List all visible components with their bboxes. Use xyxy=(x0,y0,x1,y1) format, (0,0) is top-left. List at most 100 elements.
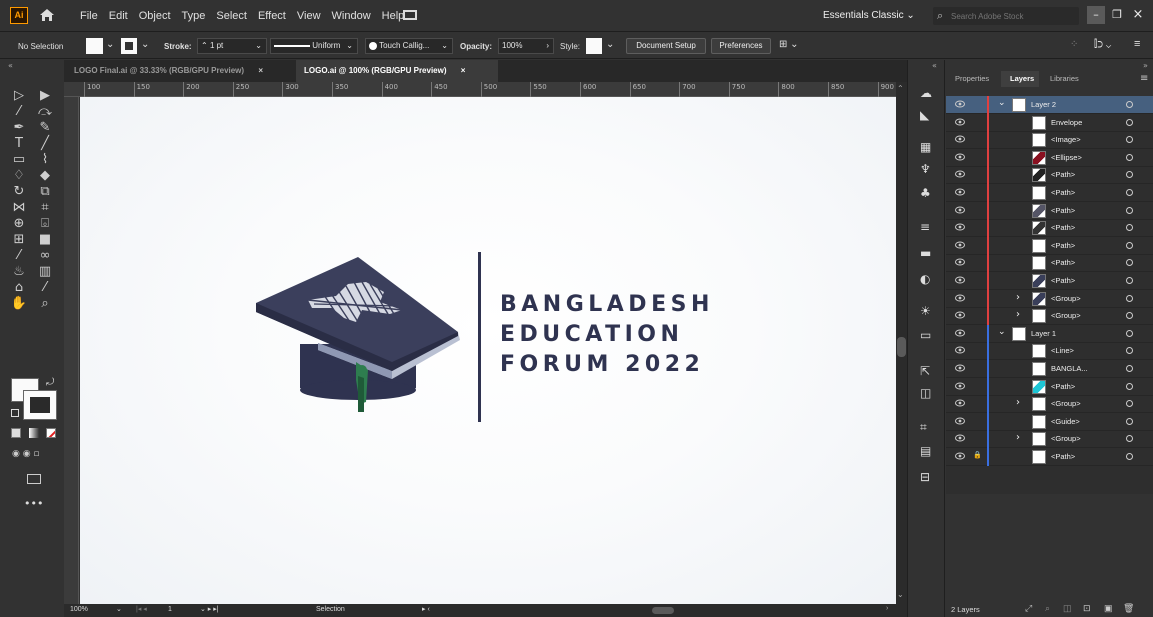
tab-logo-final[interactable]: LOGO Final.ai @ 33.33% (RGB/GPU Preview)… xyxy=(74,60,302,82)
visibility-eye-icon[interactable] xyxy=(955,135,965,143)
brushes-icon[interactable]: ♆ xyxy=(920,162,931,176)
curvature-tool-icon[interactable]: ✎ xyxy=(36,120,54,136)
brush-definition[interactable]: Touch Callig... ⌄ xyxy=(365,38,453,54)
stroke-swatch[interactable] xyxy=(121,38,137,54)
style-dropdown-chevron-icon[interactable]: ⌄ xyxy=(606,39,614,50)
fill-swatch[interactable] xyxy=(86,38,103,54)
hand-tool-icon[interactable]: ✋ xyxy=(10,296,28,312)
target-circle-icon[interactable] xyxy=(1126,417,1133,425)
visibility-eye-icon[interactable] xyxy=(955,188,965,196)
target-circle-icon[interactable] xyxy=(1126,241,1133,249)
visibility-eye-icon[interactable] xyxy=(955,241,965,249)
free-transform-tool-icon[interactable]: ⌗ xyxy=(36,200,54,216)
graduation-cap-logo[interactable] xyxy=(252,252,468,422)
target-circle-icon[interactable] xyxy=(1126,189,1133,196)
layer-row[interactable]: ⌄ Layer 2 xyxy=(946,96,1153,114)
target-circle-icon[interactable] xyxy=(1126,171,1133,179)
layer-item-row[interactable]: <Path> xyxy=(946,236,1153,255)
visibility-eye-icon[interactable] xyxy=(955,153,965,161)
scroll-right-icon[interactable]: › xyxy=(886,605,888,612)
new-layer-icon[interactable]: ▣ xyxy=(1104,603,1113,614)
menu-icon[interactable]: ≡ xyxy=(1134,38,1140,50)
zoom-tool-icon[interactable]: ⌕ xyxy=(36,296,54,312)
collapse-panels-icon[interactable]: « xyxy=(932,61,937,70)
gradient-icon[interactable]: ▬ xyxy=(920,246,931,260)
workspace-switcher[interactable]: Essentials Classic ⌄ xyxy=(823,10,915,21)
layer-item-row[interactable]: BANGLA... xyxy=(946,360,1153,378)
eraser-tool-icon[interactable]: ◆ xyxy=(36,168,54,184)
type-tool-icon[interactable]: T xyxy=(10,136,28,152)
layer-item-row[interactable]: <Guide> xyxy=(946,412,1153,431)
stock-search-box[interactable]: ⌕ xyxy=(933,7,1079,25)
menu-select[interactable]: Select xyxy=(216,10,247,22)
stroke-dropdown-chevron-icon[interactable]: ⌄ xyxy=(141,39,149,50)
line-tool-icon[interactable]: ╱ xyxy=(36,136,54,152)
swatches-icon[interactable]: ▦ xyxy=(920,140,931,154)
arrange-icon[interactable]: ⊞ ⌄ xyxy=(779,39,799,50)
restore-button[interactable]: ❐ xyxy=(1108,6,1126,24)
rotate-tool-icon[interactable]: ↻ xyxy=(10,184,28,200)
layer-item-row[interactable]: › <Group> xyxy=(946,395,1153,414)
menu-file[interactable]: File xyxy=(80,10,98,22)
target-circle-icon[interactable] xyxy=(1126,153,1133,161)
gradient-mode-icon[interactable] xyxy=(29,428,39,438)
target-circle-icon[interactable] xyxy=(1126,453,1133,460)
scroll-up-icon[interactable]: ⌃ xyxy=(897,84,904,93)
first-artboard-icon[interactable]: |◂ ◂ xyxy=(136,605,147,613)
align-icon[interactable]: ▤ xyxy=(920,444,931,458)
default-colors-icon[interactable] xyxy=(11,409,19,417)
target-circle-icon[interactable] xyxy=(1126,136,1133,144)
slice-tool-icon[interactable]: ⁄ xyxy=(36,280,54,296)
menu-effect[interactable]: Effect xyxy=(258,10,286,22)
align-icon[interactable]: ⫿⊃ ⌄ xyxy=(1094,39,1111,50)
layer-item-row[interactable]: 🔒 <Path> xyxy=(946,448,1153,466)
illustrator-logo[interactable]: Ai xyxy=(10,7,28,24)
target-circle-icon[interactable] xyxy=(1126,400,1133,408)
tab-libraries[interactable]: Libraries xyxy=(1050,74,1079,83)
transform-icon[interactable]: ⌗ xyxy=(920,420,927,435)
graphic-styles-icon[interactable]: ▭ xyxy=(920,328,931,342)
opacity-field[interactable]: 100% › xyxy=(498,38,554,54)
target-circle-icon[interactable] xyxy=(1126,347,1133,355)
close-window-button[interactable]: × xyxy=(1129,6,1147,24)
asset-export-icon[interactable]: ⇱ xyxy=(920,364,930,378)
menu-window[interactable]: Window xyxy=(332,10,371,22)
collapse-chevron-icon[interactable]: › xyxy=(1016,397,1020,408)
preferences-button[interactable]: Preferences xyxy=(711,38,771,54)
visibility-eye-icon[interactable] xyxy=(955,294,965,302)
visibility-eye-icon[interactable] xyxy=(955,258,965,266)
symbols-icon[interactable]: ♣ xyxy=(920,186,931,200)
shaper-tool-icon[interactable]: ♢ xyxy=(10,168,28,184)
horizontal-scroll-thumb[interactable] xyxy=(652,607,674,614)
selection-tool-icon[interactable]: ▷ xyxy=(10,88,28,104)
paintbrush-tool-icon[interactable]: ⌇ xyxy=(36,152,54,168)
scale-tool-icon[interactable]: ⧉ xyxy=(36,184,54,200)
tab-properties[interactable]: Properties xyxy=(955,74,989,83)
artboard-number[interactable]: 1 xyxy=(168,606,172,613)
column-graph-tool-icon[interactable]: ▥ xyxy=(36,264,54,280)
export-icon[interactable]: ⤢ xyxy=(1025,603,1032,614)
fill-dropdown-chevron-icon[interactable]: ⌄ xyxy=(106,39,114,50)
menu-object[interactable]: Object xyxy=(139,10,171,22)
expand-chevron-icon[interactable]: ⌄ xyxy=(998,327,1006,337)
artboard-nav-icons[interactable]: ⌄ ▸ ▸| xyxy=(200,605,219,613)
visibility-eye-icon[interactable] xyxy=(955,382,965,390)
minimize-button[interactable]: – xyxy=(1087,6,1105,24)
layer-item-row[interactable]: <Image> xyxy=(946,131,1153,150)
layer-item-row[interactable]: <Path> xyxy=(946,184,1153,202)
perspective-grid-tool-icon[interactable]: ⌻ xyxy=(36,216,54,232)
stroke-icon[interactable]: ≡ xyxy=(920,220,930,234)
visibility-eye-icon[interactable] xyxy=(955,118,965,126)
menu-view[interactable]: View xyxy=(297,10,321,22)
direct-selection-tool-icon[interactable]: ▶ xyxy=(36,88,54,104)
layer-item-row[interactable]: <Path> xyxy=(946,254,1153,273)
visibility-eye-icon[interactable] xyxy=(955,417,965,425)
visibility-eye-icon[interactable] xyxy=(955,206,965,214)
artboards-icon[interactable]: ◫ xyxy=(920,386,931,400)
expand-chevron-icon[interactable]: ⌄ xyxy=(998,98,1006,108)
stroke-weight-field[interactable]: ⌃ 1 pt ⌄ xyxy=(197,38,267,54)
clipping-mask-icon[interactable]: ◫ xyxy=(1063,603,1072,614)
layer-item-row[interactable]: › <Group> xyxy=(946,430,1153,449)
artboard-tool-icon[interactable]: ⌂ xyxy=(10,280,28,296)
rectangle-tool-icon[interactable]: ▭ xyxy=(10,152,28,168)
